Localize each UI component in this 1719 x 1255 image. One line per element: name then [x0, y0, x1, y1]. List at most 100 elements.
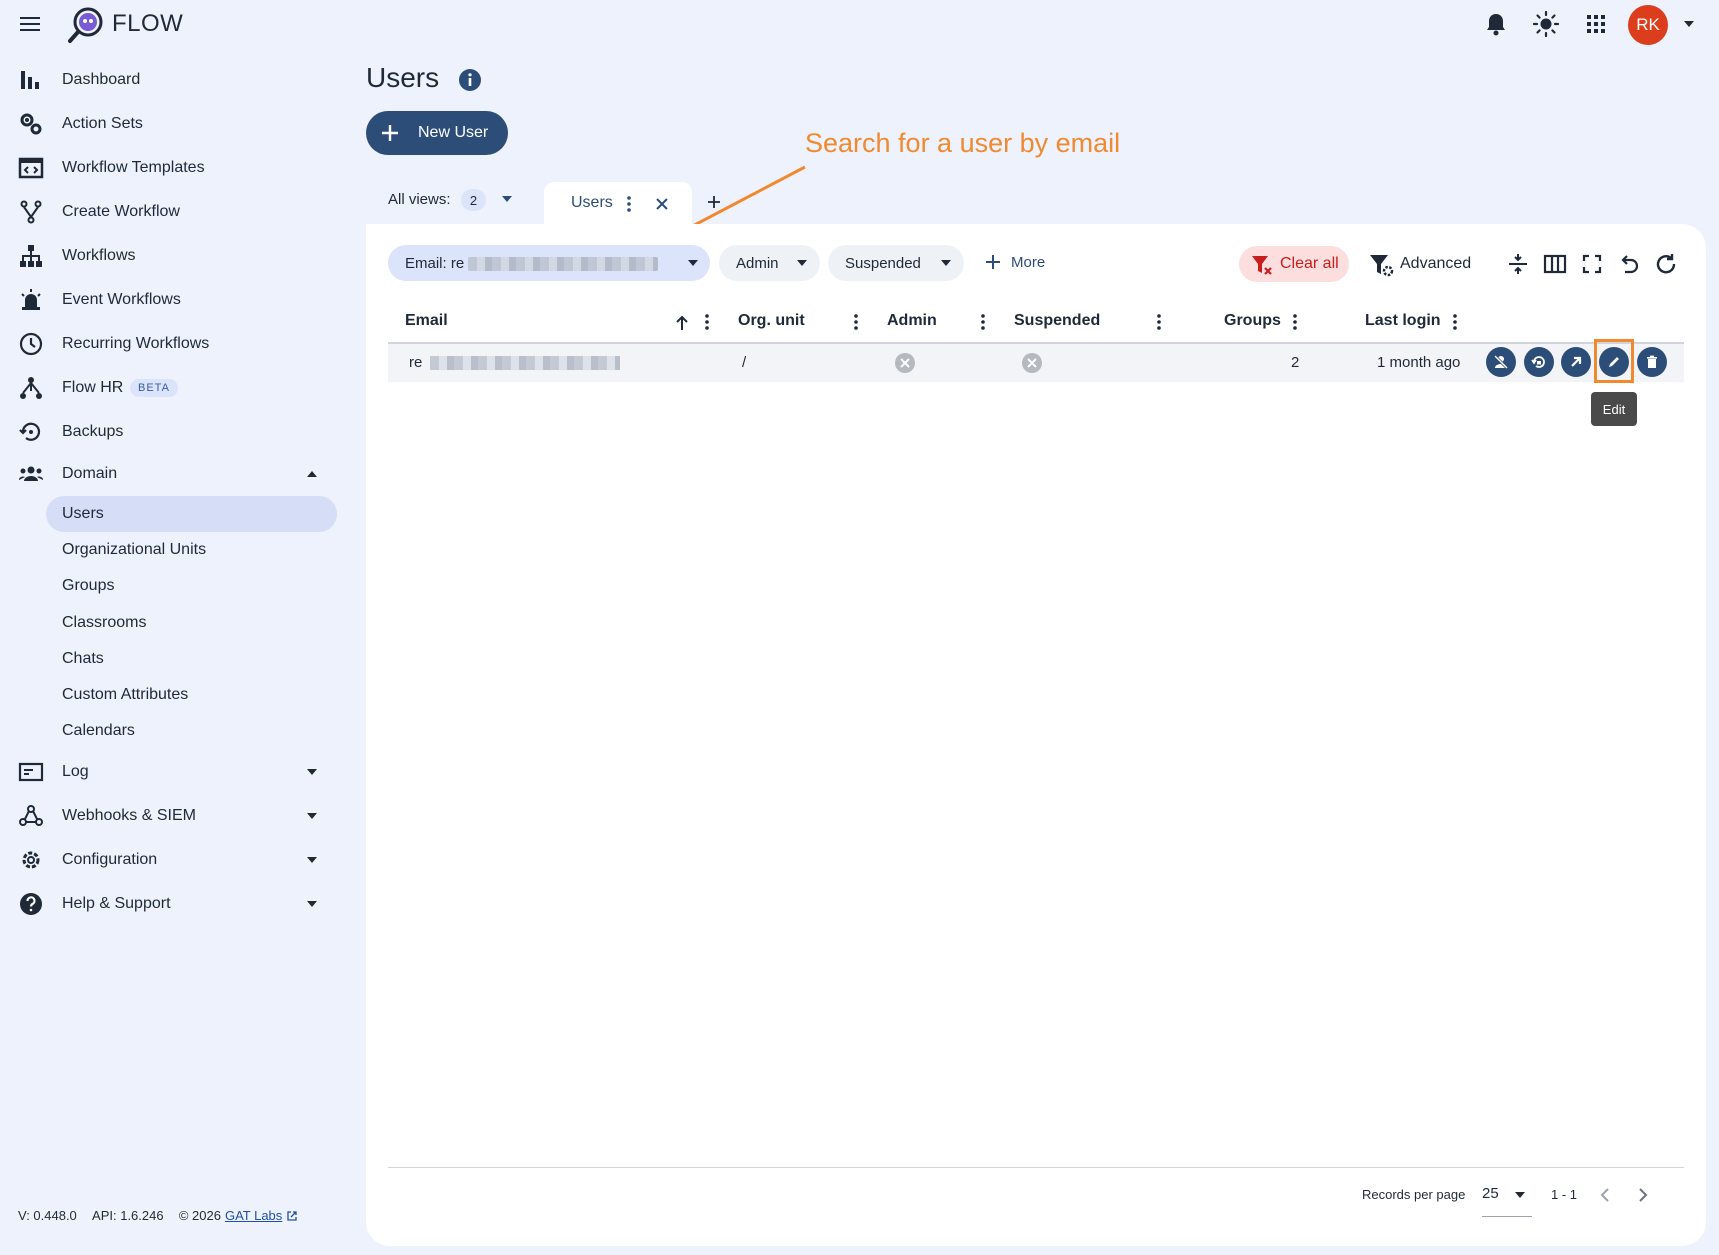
tab-users-label: Users	[571, 194, 613, 211]
tab-menu-icon[interactable]	[626, 195, 632, 213]
column-header-email[interactable]: Email	[405, 312, 448, 330]
person-off-icon	[1493, 354, 1509, 370]
refresh-icon[interactable]	[1653, 251, 1679, 277]
sidebar-item-calendars[interactable]: Calendars	[46, 713, 337, 749]
fullscreen-icon[interactable]	[1579, 251, 1605, 277]
column-menu-icon[interactable]	[1292, 313, 1298, 331]
chevron-down-icon[interactable]	[305, 855, 319, 865]
sidebar-item-create-workflow[interactable]: Create Workflow	[0, 192, 340, 232]
sidebar-item-event-workflows[interactable]: Event Workflows	[0, 280, 340, 320]
records-per-page-select[interactable]: 25	[1482, 1185, 1499, 1202]
delete-user-button[interactable]	[1637, 347, 1667, 377]
chevron-down-icon[interactable]	[1513, 1190, 1527, 1200]
chevron-down-icon[interactable]	[939, 258, 953, 268]
gears-icon	[20, 113, 42, 135]
sidebar-item-log[interactable]: Log	[0, 752, 340, 792]
email-filter-chip[interactable]: Email: re	[388, 245, 710, 281]
top-bar: FLOW RK	[0, 0, 1719, 48]
edit-tooltip: Edit	[1591, 392, 1637, 426]
sidebar-item-backups[interactable]: Backups	[0, 412, 340, 452]
column-menu-icon[interactable]	[980, 313, 986, 331]
theme-icon[interactable]	[1532, 10, 1560, 38]
sidebar-item-webhooks-siem[interactable]: Webhooks & SIEM	[0, 796, 340, 836]
chevron-down-icon[interactable]	[686, 258, 700, 268]
lock-reset-icon	[1531, 356, 1545, 368]
chevron-down-icon[interactable]	[305, 899, 319, 909]
sidebar-item-recurring-workflows[interactable]: Recurring Workflows	[0, 324, 340, 364]
sidebar-item-workflows[interactable]: Workflows	[0, 236, 340, 276]
add-view-icon[interactable]	[704, 192, 724, 212]
sidebar-item-organizational-units[interactable]: Organizational Units	[46, 532, 337, 568]
tab-users[interactable]: Users	[544, 182, 692, 226]
sidebar-item-custom-attributes[interactable]: Custom Attributes	[46, 677, 337, 713]
column-menu-icon[interactable]	[1156, 313, 1162, 331]
info-icon[interactable]	[458, 68, 482, 92]
columns-icon[interactable]	[1542, 251, 1568, 277]
suspended-filter-chip[interactable]: Suspended	[828, 245, 964, 281]
column-header-last-login[interactable]: Last login	[1365, 312, 1441, 330]
undo-icon[interactable]	[1616, 251, 1642, 277]
beta-badge: BETA	[130, 379, 178, 397]
sidebar-item-groups[interactable]: Groups	[46, 568, 337, 604]
account-menu-caret-icon[interactable]	[1682, 18, 1696, 30]
fork-icon	[20, 200, 42, 224]
plus-icon	[382, 125, 398, 141]
close-tab-icon[interactable]	[654, 196, 670, 212]
sidebar-item-classrooms[interactable]: Classrooms	[46, 605, 337, 641]
sidebar-item-flow-hr[interactable]: Flow HR BETA	[0, 368, 340, 408]
chevron-up-icon[interactable]	[305, 469, 319, 479]
apps-grid-icon[interactable]	[1582, 10, 1610, 38]
sidebar-item-action-sets[interactable]: Action Sets	[0, 104, 340, 144]
views-dropdown-icon[interactable]	[500, 194, 514, 204]
column-menu-icon[interactable]	[1452, 313, 1458, 331]
email-cell[interactable]: re	[409, 354, 620, 371]
next-page-icon[interactable]	[1632, 1184, 1654, 1206]
sidebar-item-label: Domain	[62, 465, 118, 482]
sidebar-item-dashboard[interactable]: Dashboard	[0, 60, 340, 100]
suspend-user-button[interactable]	[1486, 347, 1516, 377]
sidebar-item-users[interactable]: Users	[46, 496, 337, 532]
sidebar-item-workflow-templates[interactable]: Workflow Templates	[0, 148, 340, 188]
sidebar-item-label: Event Workflows	[62, 291, 181, 308]
column-menu-icon[interactable]	[853, 313, 859, 331]
groups-cell: 2	[1291, 354, 1300, 371]
email-cell-text: re	[409, 354, 423, 371]
sort-ascending-icon[interactable]	[674, 314, 690, 332]
sidebar-item-chats[interactable]: Chats	[46, 641, 337, 677]
bell-icon[interactable]	[1482, 10, 1510, 38]
chevron-down-icon[interactable]	[795, 258, 809, 268]
table-footer-divider	[388, 1167, 1684, 1168]
views-count-badge: 2	[461, 189, 486, 211]
admin-filter-chip[interactable]: Admin	[719, 245, 820, 281]
sidebar-item-help-support[interactable]: Help & Support	[0, 884, 340, 924]
menu-icon[interactable]	[18, 12, 44, 36]
clear-all-button[interactable]: Clear all	[1239, 246, 1349, 282]
page-range-text: 1 - 1	[1551, 1187, 1578, 1202]
column-header-suspended[interactable]: Suspended	[1014, 312, 1100, 330]
previous-page-icon[interactable]	[1594, 1184, 1616, 1206]
chevron-down-icon[interactable]	[305, 811, 319, 821]
density-icon[interactable]	[1505, 251, 1531, 277]
column-header-admin[interactable]: Admin	[887, 312, 937, 330]
user-avatar[interactable]: RK	[1628, 5, 1668, 45]
reset-password-button[interactable]	[1524, 347, 1554, 377]
chevron-down-icon[interactable]	[305, 767, 319, 777]
new-user-label: New User	[418, 124, 489, 141]
alarm-icon	[21, 289, 41, 310]
more-filters-button[interactable]: More	[983, 252, 1045, 272]
flow-logo-icon[interactable]	[66, 5, 106, 45]
sidebar-item-configuration[interactable]: Configuration	[0, 840, 340, 880]
more-label: More	[1011, 253, 1046, 271]
external-link-icon	[287, 1210, 297, 1221]
new-user-button[interactable]: New User	[366, 111, 508, 155]
column-header-groups[interactable]: Groups	[1224, 312, 1281, 330]
brand-name: FLOW	[112, 10, 184, 37]
sidebar: Dashboard Action Sets Workflow Templates…	[0, 56, 350, 1196]
column-menu-icon[interactable]	[704, 313, 710, 331]
column-header-org-unit[interactable]: Org. unit	[738, 312, 805, 330]
gat-labs-link[interactable]: GAT Labs	[225, 1208, 282, 1223]
open-user-button[interactable]	[1561, 347, 1591, 377]
advanced-filter-button[interactable]: Advanced	[1366, 246, 1486, 282]
annotation-callout: Search for a user by email	[805, 128, 1121, 158]
sidebar-item-domain[interactable]: Domain	[0, 454, 340, 494]
